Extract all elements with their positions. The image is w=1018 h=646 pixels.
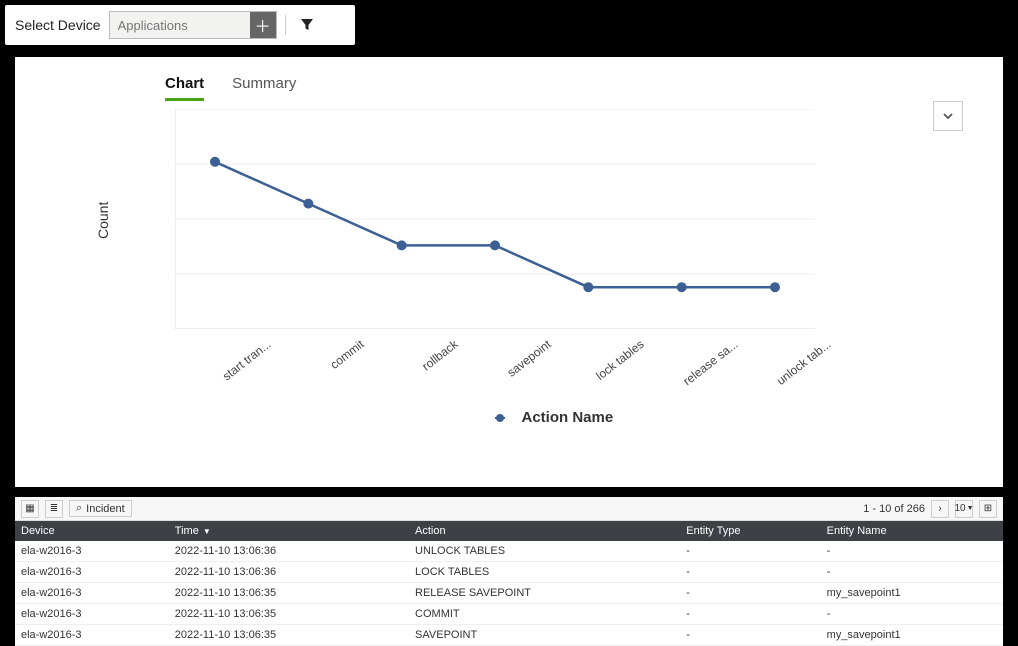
grid-icon: ▦ [25, 503, 34, 514]
divider [285, 15, 286, 35]
top-toolbar: Select Device ＋ [5, 5, 355, 45]
table-cell: ela-w2016-3 [15, 604, 169, 625]
table-cell: my_savepoint1 [821, 583, 1003, 604]
next-page-button[interactable]: › [931, 500, 949, 518]
table-cell: ela-w2016-3 [15, 625, 169, 646]
add-application-button[interactable]: ＋ [250, 12, 276, 38]
sort-desc-icon: ▼ [203, 527, 211, 536]
page-size-value: 10 [954, 503, 965, 514]
table-toolbar: ▦ ≣ ⌕ Incident 1 - 10 of 266 › 10▼ ⊞ [15, 497, 1003, 521]
incident-label: Incident [86, 503, 125, 515]
table-header-row: DeviceTime▼ActionEntity TypeEntity Name [15, 521, 1003, 541]
table-cell: ela-w2016-3 [15, 562, 169, 583]
x-tick-label: release sa... [653, 337, 740, 410]
funnel-icon [300, 18, 314, 32]
table-cell: UNLOCK TABLES [409, 541, 680, 562]
table-row[interactable]: ela-w2016-32022-11-10 13:06:35RELEASE SA… [15, 583, 1003, 604]
table-cell: - [680, 625, 820, 646]
table-cell: - [680, 562, 820, 583]
table-cell: LOCK TABLES [409, 562, 680, 583]
table-cell: 2022-11-10 13:06:36 [169, 562, 409, 583]
table-cell: SAVEPOINT [409, 625, 680, 646]
chart-panel: Chart Summary Count 0255075100 start tra… [15, 57, 1003, 487]
events-table: DeviceTime▼ActionEntity TypeEntity Name … [15, 521, 1003, 646]
plus-icon: ＋ [255, 13, 271, 37]
table-row[interactable]: ela-w2016-32022-11-10 13:06:35SAVEPOINT-… [15, 625, 1003, 646]
filter-button[interactable] [294, 12, 320, 38]
columns-config-button[interactable]: ⊞ [979, 500, 997, 518]
x-tick-label: lock tables [560, 337, 647, 410]
x-tick-label: unlock tab... [746, 337, 833, 410]
list-view-button[interactable]: ≣ [45, 500, 63, 518]
table-body: ela-w2016-32022-11-10 13:06:36UNLOCK TAB… [15, 541, 1003, 646]
table-cell: 2022-11-10 13:06:35 [169, 583, 409, 604]
list-icon: ≣ [50, 503, 58, 514]
columns-icon: ⊞ [984, 503, 992, 514]
column-header[interactable]: Action [409, 521, 680, 541]
chart-legend: Action Name [135, 409, 973, 426]
x-tick-label: savepoint [466, 337, 553, 410]
table-cell: - [680, 583, 820, 604]
table-cell: 2022-11-10 13:06:36 [169, 541, 409, 562]
table-row[interactable]: ela-w2016-32022-11-10 13:06:35COMMIT-- [15, 604, 1003, 625]
chevron-right-icon: › [938, 503, 941, 514]
applications-input-wrap: ＋ [109, 11, 277, 39]
table-cell: COMMIT [409, 604, 680, 625]
caret-down-icon: ▼ [967, 505, 974, 512]
table-cell: my_savepoint1 [821, 625, 1003, 646]
table-cell: 2022-11-10 13:06:35 [169, 625, 409, 646]
table-panel: ▦ ≣ ⌕ Incident 1 - 10 of 266 › 10▼ ⊞ Dev… [15, 497, 1003, 646]
column-header[interactable]: Entity Name [821, 521, 1003, 541]
table-cell: ela-w2016-3 [15, 583, 169, 604]
table-cell: - [680, 604, 820, 625]
column-header[interactable]: Device [15, 521, 169, 541]
table-cell: - [821, 604, 1003, 625]
column-header[interactable]: Entity Type [680, 521, 820, 541]
table-cell: ela-w2016-3 [15, 541, 169, 562]
chart-area: Count 0255075100 start tran...commitroll… [135, 109, 973, 419]
table-toolbar-right: 1 - 10 of 266 › 10▼ ⊞ [863, 500, 997, 518]
x-tick-label: rollback [373, 337, 460, 410]
select-device-label[interactable]: Select Device [15, 17, 101, 33]
legend-label: Action Name [521, 409, 613, 426]
table-toolbar-left: ▦ ≣ ⌕ Incident [21, 500, 132, 518]
search-icon: ⌕ [76, 502, 82, 515]
table-cell: - [680, 541, 820, 562]
x-tick-label: commit [280, 337, 367, 410]
column-header[interactable]: Time▼ [169, 521, 409, 541]
tab-chart[interactable]: Chart [165, 75, 204, 101]
page-info: 1 - 10 of 266 [863, 503, 925, 515]
tab-summary[interactable]: Summary [232, 75, 296, 101]
applications-input[interactable] [110, 18, 250, 33]
table-row[interactable]: ela-w2016-32022-11-10 13:06:36LOCK TABLE… [15, 562, 1003, 583]
table-row[interactable]: ela-w2016-32022-11-10 13:06:36UNLOCK TAB… [15, 541, 1003, 562]
chart-tabs: Chart Summary [165, 75, 973, 101]
x-tick-label: start tran... [186, 337, 273, 410]
page-size-select[interactable]: 10▼ [955, 500, 973, 518]
table-cell: - [821, 541, 1003, 562]
legend-marker-icon [495, 417, 505, 419]
table-cell: RELEASE SAVEPOINT [409, 583, 680, 604]
chart-plot [175, 109, 815, 329]
table-cell: - [821, 562, 1003, 583]
y-axis-label: Count [95, 202, 111, 239]
table-cell: 2022-11-10 13:06:35 [169, 604, 409, 625]
incident-button[interactable]: ⌕ Incident [69, 500, 132, 517]
grid-view-button[interactable]: ▦ [21, 500, 39, 518]
